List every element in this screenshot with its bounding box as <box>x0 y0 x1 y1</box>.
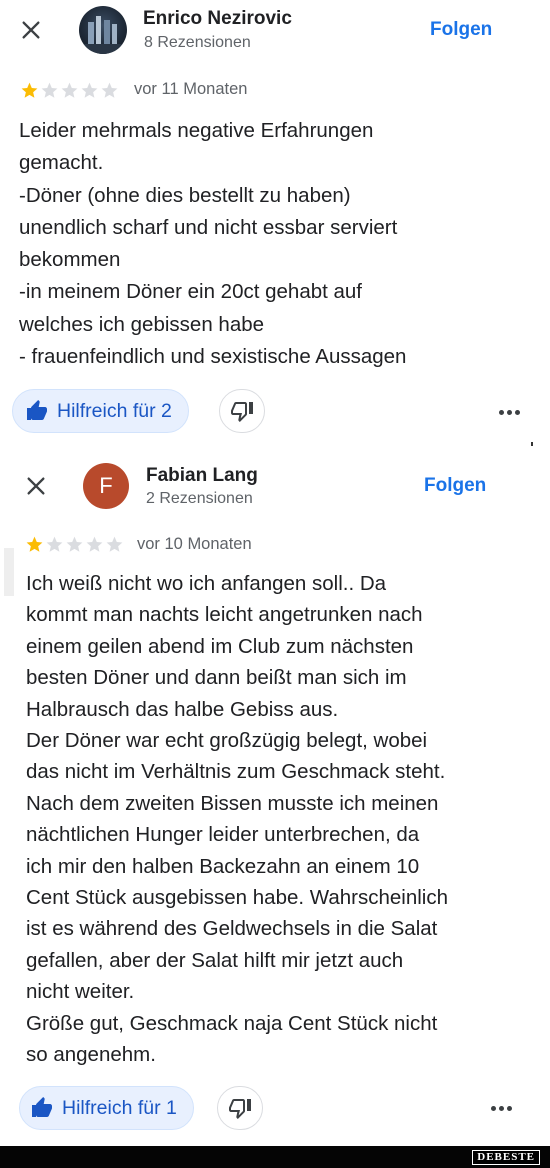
more-horizontal-icon[interactable] <box>494 402 524 422</box>
avatar[interactable] <box>79 6 127 54</box>
review-text-line: welches ich gebissen habe <box>19 312 265 336</box>
review-time: vor 11 Monaten <box>134 80 248 98</box>
star-icon <box>20 81 39 100</box>
review-text-line: ich mir den halben Backezahn an einem 10 <box>26 854 420 878</box>
helpful-label: Hilfreich für 1 <box>62 1096 177 1119</box>
thumb-up-icon <box>30 1096 54 1120</box>
thumb-down-icon <box>231 402 253 422</box>
side-strip <box>4 548 14 596</box>
avatar-letter: F <box>99 473 113 498</box>
review-text-line: gemacht. <box>19 151 104 175</box>
star-icon <box>105 535 124 554</box>
star-icon <box>80 81 99 100</box>
thumb-down-icon <box>229 1099 251 1119</box>
review-count: 8 Rezensionen <box>144 34 251 51</box>
star-icon <box>40 81 59 100</box>
close-icon[interactable] <box>21 471 51 501</box>
review-text-line: das nicht im Verhältnis zum Geschmack st… <box>26 760 446 784</box>
star-rating <box>25 535 124 554</box>
helpful-button[interactable]: Hilfreich für 1 <box>19 1086 194 1130</box>
star-rating <box>20 81 119 100</box>
review-text-line: Leider mehrmals negative Erfahrungen <box>19 119 374 142</box>
review-text-line: Größe gut, Geschmack naja Cent Stück nic… <box>26 1011 438 1035</box>
review-text-line: Halbrausch das halbe Gebiss aus. <box>26 697 339 721</box>
watermark: DEBESTE <box>472 1150 540 1165</box>
review-text-line: - frauenfeindlich und sexistische Aussag… <box>19 345 407 369</box>
review-text: Ich weiß nicht wo ich anfangen soll.. Da… <box>26 568 448 1071</box>
review-text-line: unendlich scharf und nicht essbar servie… <box>19 215 398 239</box>
review-text-line: -in meinem Döner ein 20ct gehabt auf <box>19 280 363 304</box>
avatar[interactable]: F <box>83 463 129 509</box>
review-text-line: so angenehm. <box>26 1043 156 1067</box>
thumb-down-button[interactable] <box>219 389 265 433</box>
review-text-line: ist es während des Geldwechsels in die S… <box>26 917 438 941</box>
review-text: Leider mehrmals negative Erfahrungen gema… <box>19 115 406 373</box>
review-text-line: gefallen, aber der Salat hilft mir jetzt… <box>26 948 404 972</box>
more-horizontal-icon[interactable] <box>486 1098 516 1118</box>
reviewer-name[interactable]: Fabian Lang <box>146 465 258 487</box>
review-count: 2 Rezensionen <box>146 490 253 507</box>
review-text-line: bekommen <box>19 248 121 272</box>
review-text-line: Cent Stück ausgebissen habe. Wahrscheinl… <box>26 886 449 910</box>
review-card-1: Enrico Nezirovic 8 Rezensionen Folgen vo… <box>0 0 550 436</box>
footer-bar: DEBESTE <box>0 1146 550 1168</box>
review-text-line: kommt man nachts leicht angetrunken nach <box>26 603 423 627</box>
thumb-up-icon <box>25 399 49 423</box>
follow-button[interactable]: Folgen <box>424 475 486 497</box>
helpful-label: Hilfreich für 2 <box>57 399 172 422</box>
review-text-line: nächtlichen Hunger leider unterbrechen, … <box>26 823 420 847</box>
star-icon <box>100 81 119 100</box>
star-icon <box>60 81 79 100</box>
review-text-line: -Döner (ohne dies bestellt zu haben) <box>19 183 351 207</box>
star-icon <box>45 535 64 554</box>
star-icon <box>85 535 104 554</box>
review-text-line: Ich weiß nicht wo ich anfangen soll.. Da <box>26 572 387 595</box>
review-card-2: F Fabian Lang 2 Rezensionen Folgen vor 1… <box>0 446 550 1146</box>
review-text-line: Nach dem zweiten Bissen musste ich meine… <box>26 791 439 815</box>
review-text-line: einem geilen abend im Club zum nächsten <box>26 634 414 658</box>
review-time: vor 10 Monaten <box>137 535 252 553</box>
review-text-line: nicht weiter. <box>26 980 135 1004</box>
separator <box>0 436 550 446</box>
review-text-line: besten Döner und dann beißt man sich im <box>26 666 407 690</box>
star-icon <box>25 535 44 554</box>
review-text-line: Der Döner war echt großzügig belegt, wob… <box>26 729 428 753</box>
thumb-down-button[interactable] <box>217 1086 263 1130</box>
star-icon <box>65 535 84 554</box>
close-icon[interactable] <box>16 15 46 45</box>
follow-button[interactable]: Folgen <box>430 19 492 41</box>
helpful-button[interactable]: Hilfreich für 2 <box>12 389 189 433</box>
reviewer-name[interactable]: Enrico Nezirovic <box>143 8 292 30</box>
